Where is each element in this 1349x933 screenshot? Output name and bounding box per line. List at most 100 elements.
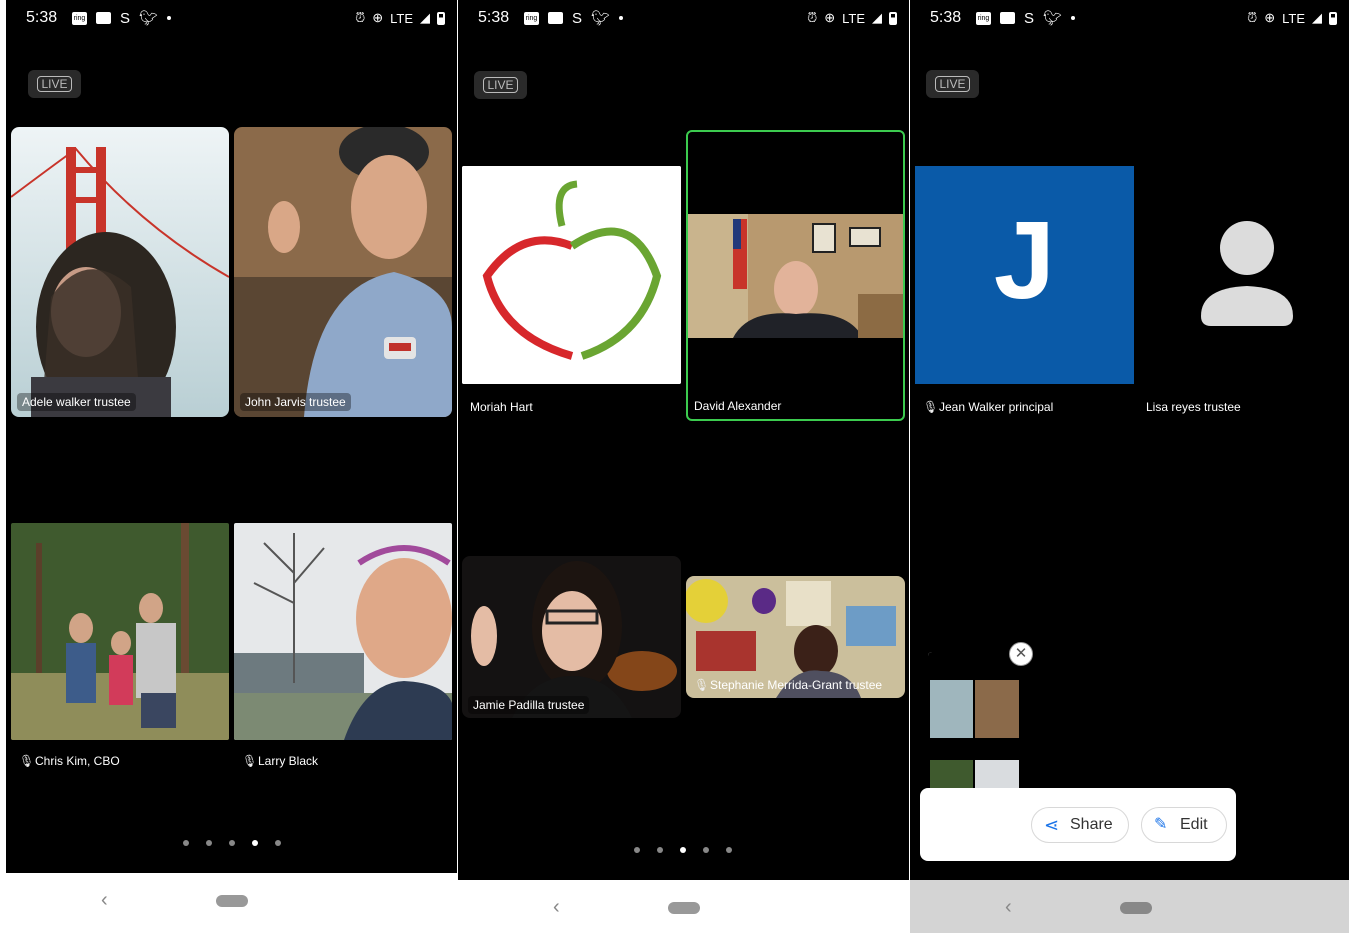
participant-name: David Alexander — [694, 399, 782, 413]
battery-icon — [889, 11, 897, 25]
participant-name-row: 🎙︎Chris Kim, CBO — [19, 754, 120, 768]
signal-icon: ◢ — [872, 10, 882, 25]
alarm-icon: ⏰︎ — [1247, 10, 1258, 25]
page-dot[interactable] — [634, 847, 640, 853]
video-feed — [234, 127, 452, 417]
share-button[interactable]: ⋖ Share — [1031, 807, 1129, 843]
twitter-icon: 🐦︎ — [591, 10, 611, 27]
twitter-icon: 🐦︎ — [139, 10, 159, 27]
s-icon: S — [1024, 9, 1035, 27]
more-notifications-dot — [167, 16, 172, 20]
page-dot-active[interactable] — [252, 840, 258, 846]
video-feed — [11, 127, 229, 417]
phone-screen-3: 5:38 ring S 🐦︎ ⏰︎ ⊕ LTE ◢ LIVE J 🎙︎Jean … — [910, 0, 1349, 933]
video-feed — [688, 214, 903, 338]
pencil-icon: ✎ — [1154, 816, 1168, 833]
page-dot[interactable] — [275, 840, 281, 846]
battery-icon — [437, 11, 445, 25]
participant-tile[interactable] — [234, 523, 452, 740]
network-type: LTE — [842, 10, 865, 26]
participant-name-row: 🎙︎Stephanie Merrida-Grant trustee — [694, 678, 883, 692]
alarm-icon: ⏰︎ — [807, 10, 818, 25]
signal-icon: ◢ — [1312, 10, 1322, 25]
chat-icon — [96, 12, 111, 24]
avatar-letter: J — [993, 199, 1056, 322]
call-grid-screen: 5:38 ring S 🐦︎ ⏰︎ ⊕ LTE ◢ LIVE — [6, 0, 457, 873]
chat-icon — [1000, 12, 1015, 24]
call-grid-screen: 5:38 ring S 🐦︎ ⏰︎ ⊕ LTE ◢ LIVE J 🎙︎Jean … — [910, 0, 1349, 880]
participant-tile[interactable] — [462, 166, 681, 384]
page-dot[interactable] — [726, 847, 732, 853]
participant-tile[interactable]: Jamie Padilla trustee — [462, 556, 681, 718]
page-dot[interactable] — [206, 840, 212, 846]
status-bar: 5:38 ring S 🐦︎ ⏰︎ ⊕ LTE ◢ — [910, 6, 1349, 32]
home-pill-icon[interactable] — [1120, 902, 1152, 914]
phone-screen-2: 5:38 ring S 🐦︎ ⏰︎ ⊕ LTE ◢ LIVE Moriah Ha… — [458, 0, 909, 933]
page-dot[interactable] — [703, 847, 709, 853]
video-feed — [462, 556, 681, 718]
participant-tile[interactable]: John Jarvis trustee — [234, 127, 452, 417]
page-dot[interactable] — [657, 847, 663, 853]
chat-icon — [548, 12, 563, 24]
muted-mic-icon: 🎙︎ — [694, 678, 710, 692]
home-pill-icon[interactable] — [668, 902, 700, 914]
ring-app-icon: ring — [976, 11, 991, 25]
battery-icon — [1329, 11, 1337, 25]
participant-name-row: 🎙︎Jean Walker principal — [923, 400, 1054, 414]
alarm-icon: ⏰︎ — [355, 10, 366, 25]
participant-tile[interactable]: Adele walker trustee — [11, 127, 229, 417]
navigation-bar: ‹ — [6, 873, 457, 933]
signal-icon: ◢ — [420, 10, 430, 25]
data-saver-icon: ⊕ — [824, 10, 836, 25]
back-icon[interactable]: ‹ — [553, 896, 560, 919]
status-time: 5:38 — [930, 9, 962, 26]
page-indicator[interactable] — [634, 847, 732, 853]
ring-app-icon: ring — [72, 11, 87, 25]
back-icon[interactable]: ‹ — [101, 889, 108, 912]
participant-name: Lisa reyes trustee — [1146, 400, 1241, 414]
participant-tile[interactable] — [1139, 166, 1349, 384]
phone-screen-1: 5:38 ring S 🐦︎ ⏰︎ ⊕ LTE ◢ LIVE Adele wal… — [6, 0, 457, 933]
status-time: 5:38 — [478, 9, 510, 26]
muted-mic-icon: 🎙︎ — [19, 754, 35, 768]
muted-mic-icon: 🎙︎ — [923, 400, 939, 414]
page-dot[interactable] — [229, 840, 235, 846]
close-icon[interactable]: ✕ — [1009, 642, 1033, 666]
page-dot[interactable] — [183, 840, 189, 846]
status-bar: 5:38 ring S 🐦︎ ⏰︎ ⊕ LTE ◢ — [458, 6, 909, 32]
share-icon: ⋖ — [1044, 815, 1060, 835]
video-feed — [234, 523, 452, 740]
participant-name: Adele walker trustee — [17, 393, 136, 411]
live-badge: LIVE — [474, 71, 527, 99]
navigation-bar: ‹ — [458, 880, 909, 933]
data-saver-icon: ⊕ — [372, 10, 384, 25]
network-type: LTE — [390, 10, 413, 26]
live-badge: LIVE — [926, 70, 979, 98]
participant-name-row: 🎙︎Larry Black — [242, 754, 319, 768]
participant-name: John Jarvis trustee — [240, 393, 351, 411]
live-badge: LIVE — [28, 70, 81, 98]
s-icon: S — [572, 9, 583, 27]
status-bar: 5:38 ring S 🐦︎ ⏰︎ ⊕ LTE ◢ — [6, 6, 457, 32]
apple-logo-avatar — [462, 166, 681, 384]
network-type: LTE — [1282, 10, 1305, 26]
participant-tile[interactable]: J — [915, 166, 1134, 384]
status-time: 5:38 — [26, 9, 58, 26]
s-icon: S — [120, 9, 131, 27]
muted-mic-icon: 🎙︎ — [242, 754, 258, 768]
participant-tile[interactable]: 🎙︎Stephanie Merrida-Grant trustee — [686, 576, 905, 698]
video-feed — [11, 523, 229, 740]
generic-person-icon — [1201, 221, 1293, 326]
home-pill-icon[interactable] — [216, 895, 248, 907]
page-indicator[interactable] — [183, 840, 281, 846]
participant-tile[interactable] — [11, 523, 229, 740]
screenshot-actions-card: ⋖ Share ✎ Edit — [920, 788, 1236, 861]
edit-button[interactable]: ✎ Edit — [1141, 807, 1227, 843]
participant-name: Jamie Padilla trustee — [468, 696, 590, 714]
data-saver-icon: ⊕ — [1264, 10, 1276, 25]
back-icon[interactable]: ‹ — [1005, 896, 1012, 919]
participant-tile-active-speaker[interactable]: David Alexander — [686, 130, 905, 421]
call-grid-screen: 5:38 ring S 🐦︎ ⏰︎ ⊕ LTE ◢ LIVE — [458, 0, 909, 880]
page-dot-active[interactable] — [680, 847, 686, 853]
participant-name: Moriah Hart — [470, 400, 533, 414]
